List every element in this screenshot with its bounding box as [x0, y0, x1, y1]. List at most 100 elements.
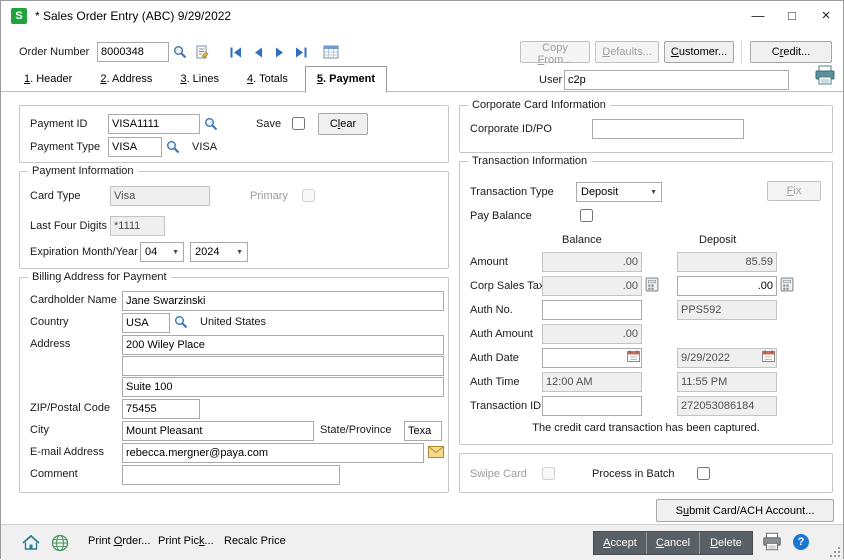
payment-id-group: Payment ID Save Clear Payment Type VISA — [19, 105, 449, 163]
state-input[interactable] — [404, 421, 442, 441]
comment-input[interactable] — [122, 465, 340, 485]
transaction-information-group: Transaction Information Transaction Type… — [459, 155, 833, 445]
nav-last-button[interactable] — [294, 46, 308, 59]
last-four-digits-label: Last Four Digits — [30, 220, 108, 232]
country-name-text: United States — [200, 316, 267, 328]
primary-label: Primary — [250, 190, 288, 202]
help-icon[interactable]: ? — [793, 534, 809, 550]
submit-card-ach-button[interactable]: Submit Card/ACH Account... — [656, 499, 834, 522]
auth-no-balance-field[interactable] — [542, 300, 642, 320]
corporate-id-input[interactable] — [592, 119, 744, 139]
minimize-button[interactable]: — — [741, 1, 775, 31]
auth-date-deposit-calendar-icon[interactable] — [762, 350, 775, 362]
corp-sales-tax-deposit-calculator-icon[interactable] — [780, 277, 794, 292]
zip-input[interactable] — [122, 399, 200, 419]
accept-button[interactable]: Accept — [594, 532, 646, 554]
payment-information-group: Payment Information Card Type Primary La… — [19, 165, 449, 269]
print-order-button[interactable]: Print Order... — [81, 531, 157, 551]
pay-balance-checkbox[interactable] — [580, 209, 593, 222]
action-button-group: Accept Cancel Delete — [593, 531, 753, 555]
transaction-type-label: Transaction Type — [470, 186, 554, 198]
user-input[interactable] — [564, 70, 789, 90]
credit-button[interactable]: Credit... — [750, 41, 832, 63]
corporate-card-group: Corporate Card Information Corporate ID/… — [459, 99, 833, 153]
order-number-label: Order Number — [19, 46, 90, 58]
close-button[interactable]: × — [809, 1, 843, 31]
customer-button[interactable]: Customer... — [664, 41, 734, 63]
window-title: * Sales Order Entry (ABC) 9/29/2022 — [35, 9, 232, 23]
expiration-label: Expiration Month/Year — [30, 246, 138, 258]
transaction-status-message: The credit card transaction has been cap… — [532, 422, 760, 434]
cardholder-name-label: Cardholder Name — [30, 294, 117, 306]
payment-type-input[interactable] — [108, 137, 162, 157]
amount-label: Amount — [470, 256, 508, 268]
payment-id-lookup-icon[interactable] — [204, 117, 218, 131]
amount-balance-field — [542, 252, 642, 272]
comment-label: Comment — [30, 468, 78, 480]
expiration-year-select[interactable]: 2024 ▼ — [190, 242, 248, 262]
tab-lines[interactable]: 3. Lines — [169, 67, 230, 92]
copy-from-button[interactable]: Copy From... — [520, 41, 590, 66]
swipe-card-label: Swipe Card — [470, 468, 527, 480]
fix-button[interactable]: Fix — [767, 181, 821, 201]
home-icon[interactable] — [21, 534, 41, 551]
recalc-price-button[interactable]: Recalc Price — [217, 531, 293, 551]
process-in-batch-checkbox[interactable] — [697, 467, 710, 480]
email-envelope-icon[interactable] — [428, 446, 444, 458]
quick-print-icon[interactable] — [813, 65, 837, 85]
printer-icon[interactable] — [761, 532, 783, 551]
title-bar: S * Sales Order Entry (ABC) 9/29/2022 — … — [1, 1, 843, 31]
nav-first-button[interactable] — [229, 46, 243, 59]
state-label: State/Province — [320, 424, 392, 436]
web-globe-icon[interactable] — [51, 534, 69, 552]
transaction-type-select[interactable]: Deposit ▼ — [576, 182, 662, 202]
billing-address-group: Billing Address for Payment Cardholder N… — [19, 271, 449, 493]
cancel-button[interactable]: Cancel — [647, 532, 699, 554]
deposit-column-header: Deposit — [699, 234, 737, 246]
city-input[interactable] — [122, 421, 314, 441]
payment-id-input[interactable] — [108, 114, 200, 134]
chevron-down-icon: ▼ — [650, 188, 657, 196]
auth-time-deposit-field — [677, 372, 777, 392]
country-input[interactable] — [122, 313, 170, 333]
nav-next-button[interactable] — [273, 46, 287, 59]
clear-button[interactable]: Clear — [318, 113, 368, 135]
payment-type-lookup-icon[interactable] — [166, 140, 180, 154]
tab-totals[interactable]: 4. Totals — [236, 67, 299, 92]
defaults-button[interactable]: Defaults... — [595, 41, 659, 63]
order-number-input[interactable] — [97, 42, 169, 62]
corporate-id-label: Corporate ID/PO — [470, 123, 552, 135]
address-line1-input[interactable] — [122, 335, 444, 355]
nav-previous-button[interactable] — [251, 46, 265, 59]
delete-button[interactable]: Delete — [700, 532, 752, 554]
order-memo-icon[interactable] — [195, 45, 209, 59]
print-pick-button[interactable]: Print Pick... — [151, 531, 221, 551]
tab-payment[interactable]: 5. Payment — [304, 66, 387, 93]
payment-id-label: Payment ID — [30, 118, 88, 130]
email-input[interactable] — [122, 443, 424, 463]
auth-amount-balance-field — [542, 324, 642, 344]
cardholder-name-input[interactable] — [122, 291, 444, 311]
auth-date-balance-calendar-icon[interactable] — [627, 350, 640, 362]
resize-grip[interactable] — [829, 546, 841, 558]
maximize-button[interactable]: □ — [775, 1, 809, 31]
expiration-month-select[interactable]: 04 ▼ — [140, 242, 184, 262]
order-lookup-icon[interactable] — [173, 45, 187, 59]
transaction-id-balance-field[interactable] — [542, 396, 642, 416]
country-label: Country — [30, 316, 69, 328]
user-label: User — [539, 74, 563, 86]
tab-header[interactable]: 1. Header — [13, 67, 83, 92]
toolbar-divider — [741, 40, 742, 64]
balance-column-header: Balance — [562, 234, 602, 246]
tab-strip: 1. Header 2. Address 3. Lines 4. Totals … — [13, 66, 390, 93]
save-checkbox[interactable] — [292, 117, 305, 130]
tab-address[interactable]: 2. Address — [89, 67, 163, 92]
corp-sales-tax-balance-calculator-icon[interactable] — [645, 277, 659, 292]
country-lookup-icon[interactable] — [174, 315, 188, 329]
address-line2-input[interactable] — [122, 356, 444, 376]
corp-sales-tax-deposit-field[interactable] — [677, 276, 777, 296]
auth-date-label: Auth Date — [470, 352, 519, 364]
address-line3-input[interactable] — [122, 377, 444, 397]
process-in-batch-label: Process in Batch — [592, 468, 675, 480]
order-list-icon[interactable] — [323, 45, 339, 59]
